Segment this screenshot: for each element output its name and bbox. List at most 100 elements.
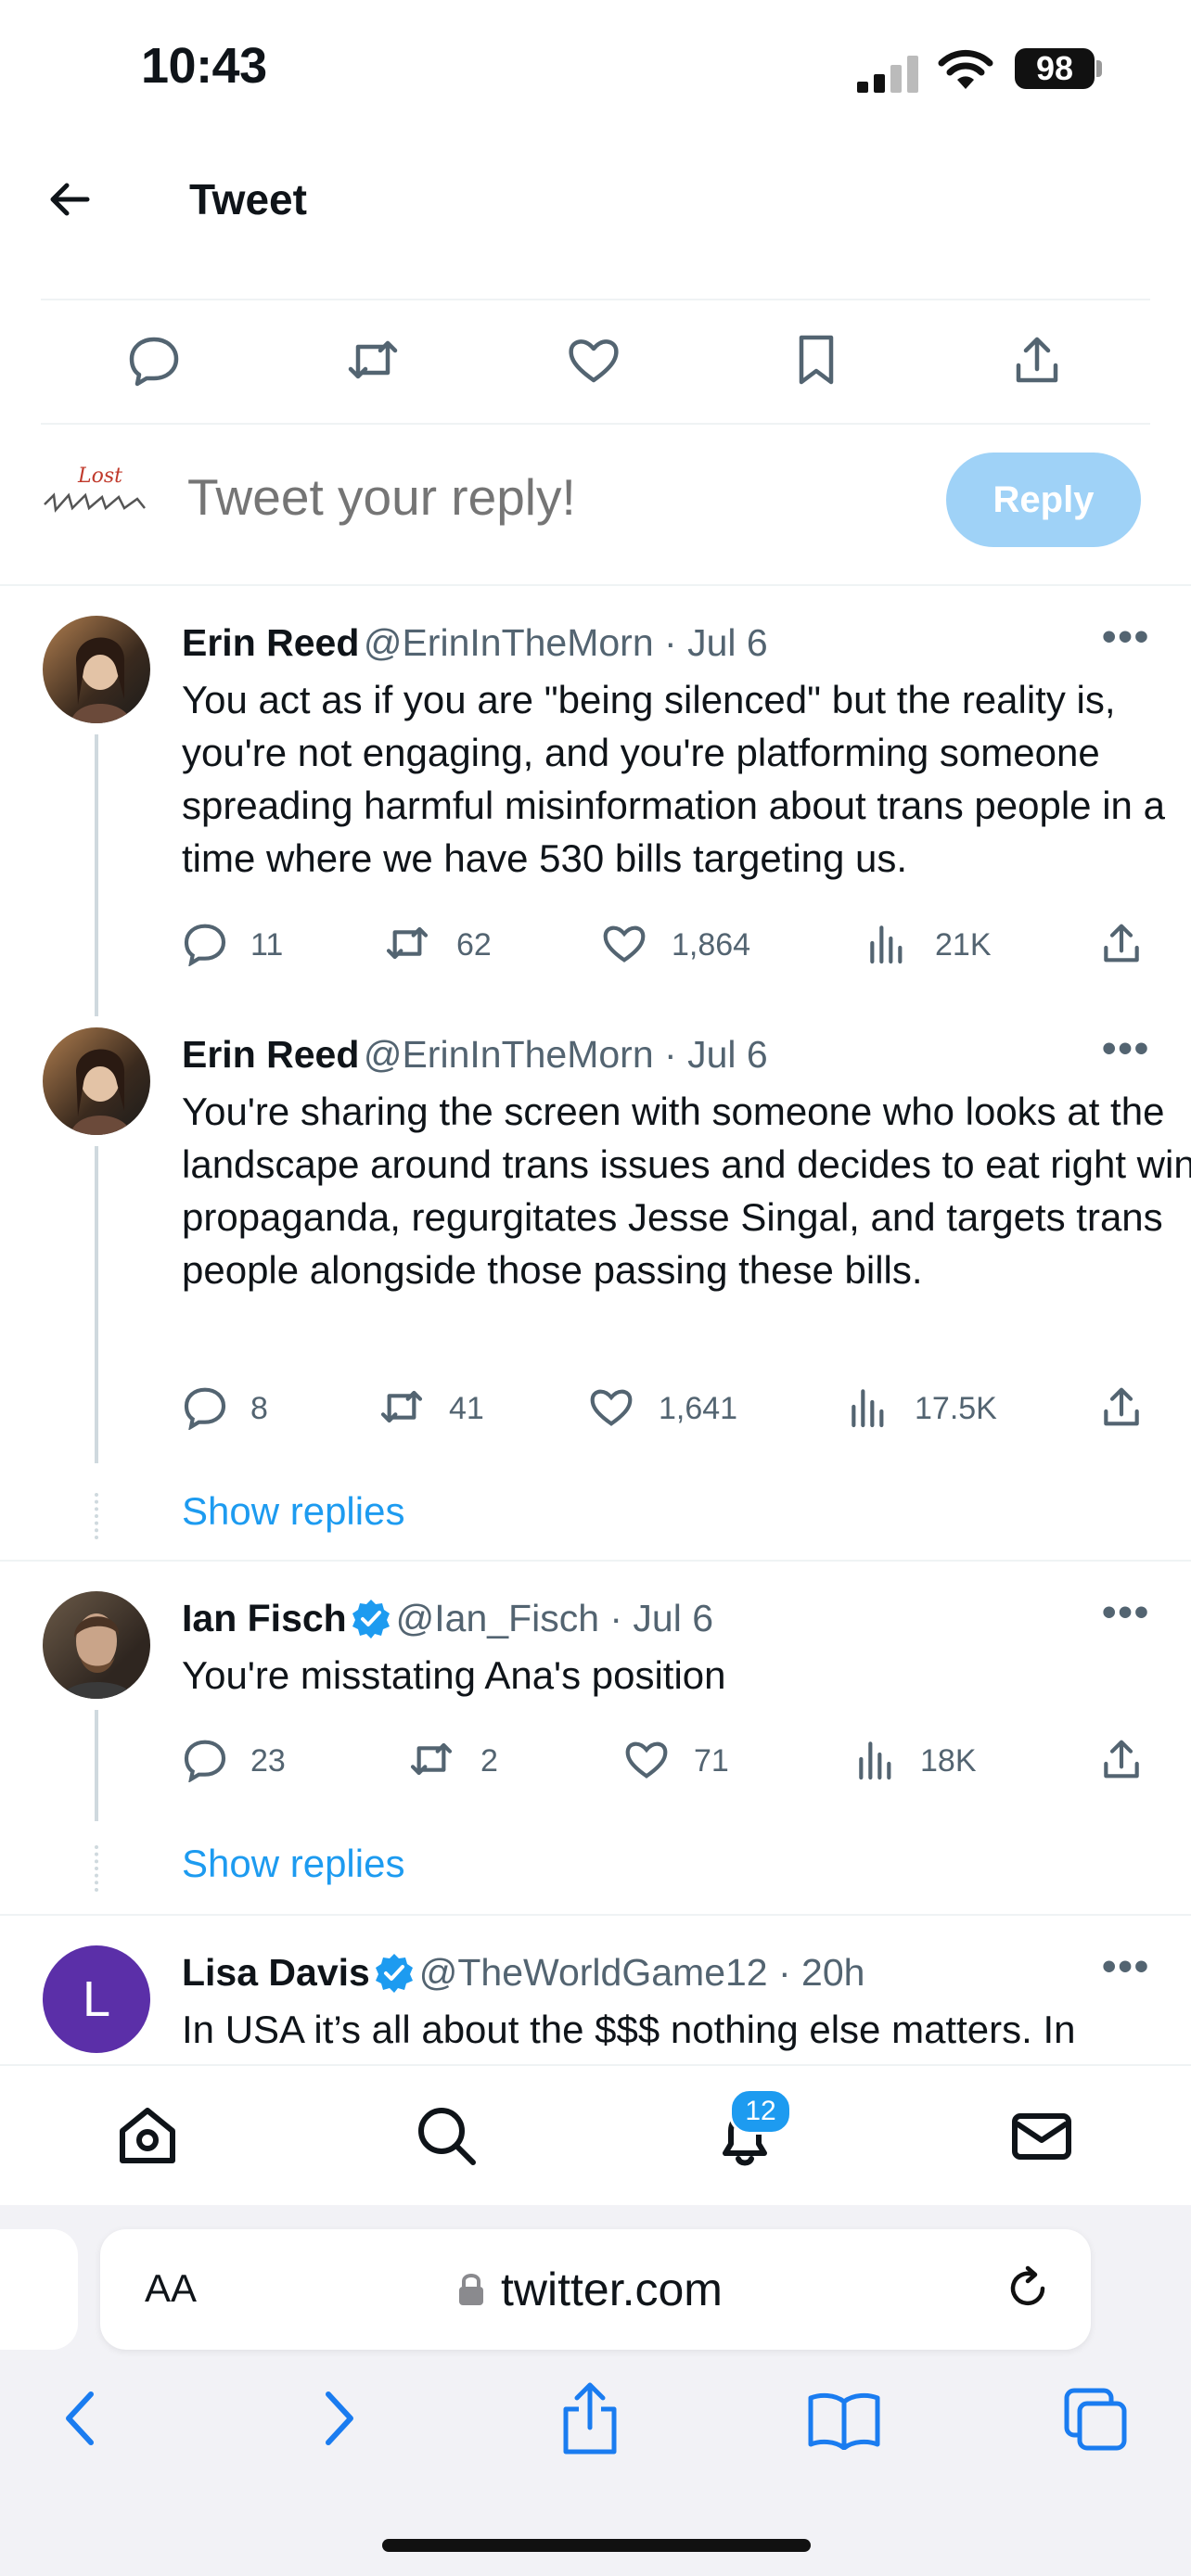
thread-line	[95, 1710, 98, 1821]
reply-count: 8	[250, 1391, 268, 1426]
views-icon[interactable]	[864, 920, 911, 966]
views-icon[interactable]	[853, 1736, 900, 1782]
author-handle[interactable]: @ErinInTheMorn · Jul 6	[364, 1033, 768, 1076]
cellular-signal-icon	[857, 56, 918, 93]
reply-icon[interactable]	[126, 332, 182, 388]
lock-icon	[459, 2274, 483, 2305]
more-options-icon[interactable]: •••	[1102, 1026, 1150, 1072]
author-name[interactable]: Erin Reed	[182, 621, 359, 664]
more-options-icon[interactable]: •••	[1102, 1589, 1150, 1636]
reload-icon[interactable]	[1002, 2263, 1054, 2315]
like-icon[interactable]	[601, 920, 647, 966]
tweet-header: Lisa Davis @TheWorldGame12 · 20h	[182, 1951, 864, 1995]
divider	[0, 1914, 1191, 1916]
tweet-text: You're sharing the screen with someone w…	[182, 1090, 1191, 1292]
previous-tab-edge[interactable]	[0, 2229, 78, 2350]
verified-badge-icon	[376, 1954, 414, 1993]
reply-icon[interactable]	[182, 1736, 228, 1782]
retweet-icon[interactable]	[378, 1384, 425, 1430]
tweet-text: You're misstating Ana's position	[182, 1653, 726, 1697]
tweet-text: You act as if you are "being silenced" b…	[182, 678, 1165, 880]
back-arrow-icon[interactable]	[46, 176, 93, 223]
more-options-icon[interactable]: •••	[1102, 1944, 1150, 1990]
view-count: 17.5K	[915, 1391, 997, 1426]
author-name[interactable]: Lisa Davis	[182, 1951, 370, 1994]
share-icon[interactable]	[1098, 1736, 1145, 1782]
bookmarks-book-icon[interactable]	[807, 2391, 881, 2450]
tweet-stats: 8 41 1,641 17.5K	[182, 1384, 1156, 1434]
author-handle[interactable]: @TheWorldGame12 · 20h	[419, 1951, 865, 1994]
more-options-icon[interactable]: •••	[1102, 614, 1150, 660]
share-icon[interactable]	[1098, 920, 1145, 966]
retweet-icon[interactable]	[384, 920, 430, 966]
view-count: 18K	[920, 1743, 977, 1779]
svg-text:Lost: Lost	[77, 465, 122, 488]
tweet-stats: 11 62 1,864 21K	[182, 920, 1156, 970]
messages-envelope-icon[interactable]	[1009, 2103, 1074, 2168]
verified-badge-icon	[352, 1600, 391, 1639]
browser-forward-icon[interactable]	[315, 2389, 362, 2448]
person-photo-icon	[61, 1613, 134, 1699]
person-photo-icon	[70, 1049, 132, 1135]
divider	[0, 584, 1191, 586]
bottom-nav	[0, 2064, 1191, 2207]
reply-count: 11	[250, 927, 284, 963]
tweet-header: Ian Fisch @Ian_Fisch · Jul 6	[182, 1597, 713, 1640]
battery-indicator: 98	[1015, 48, 1095, 89]
page-title: Tweet	[189, 175, 307, 223]
bookmark-icon[interactable]	[788, 332, 844, 388]
person-photo-icon	[70, 637, 132, 723]
reply-icon[interactable]	[182, 920, 228, 966]
retweet-count: 41	[449, 1391, 484, 1426]
avatar-sketch-icon: Lost	[44, 465, 146, 513]
thread-line	[95, 734, 98, 1016]
browser-share-icon[interactable]	[557, 2379, 623, 2457]
retweet-icon[interactable]	[345, 332, 401, 388]
composer-avatar: Lost	[41, 454, 152, 538]
divider	[0, 1560, 1191, 1562]
like-icon[interactable]	[623, 1736, 670, 1782]
retweet-count: 2	[480, 1743, 498, 1779]
like-icon[interactable]	[588, 1384, 634, 1430]
like-count: 1,641	[659, 1391, 738, 1426]
home-indicator	[382, 2539, 811, 2552]
like-icon[interactable]	[566, 332, 621, 388]
status-time: 10:43	[141, 38, 267, 94]
url-text[interactable]: twitter.com	[501, 2263, 723, 2316]
avatar[interactable]: L	[43, 1945, 150, 2053]
author-handle[interactable]: @Ian_Fisch · Jul 6	[396, 1597, 713, 1639]
views-icon[interactable]	[846, 1384, 892, 1430]
reply-button[interactable]: Reply	[946, 453, 1141, 547]
notification-badge: 12	[729, 2088, 792, 2135]
divider	[41, 299, 1150, 300]
show-replies-link[interactable]: Show replies	[182, 1842, 404, 1886]
battery-tip	[1096, 60, 1102, 77]
reply-input[interactable]	[186, 464, 913, 530]
retweet-count: 62	[456, 927, 492, 963]
author-name[interactable]: Erin Reed	[182, 1033, 359, 1076]
retweet-icon[interactable]	[408, 1736, 455, 1782]
tweet-header: Erin Reed @ErinInTheMorn · Jul 6	[182, 621, 768, 665]
view-count: 21K	[935, 927, 992, 963]
show-replies-link[interactable]: Show replies	[182, 1489, 404, 1534]
reply-icon[interactable]	[182, 1384, 228, 1430]
avatar[interactable]	[43, 1027, 150, 1135]
author-handle[interactable]: @ErinInTheMorn · Jul 6	[364, 621, 768, 664]
search-icon[interactable]	[414, 2103, 479, 2168]
avatar[interactable]	[43, 616, 150, 723]
reader-text-size-button[interactable]: AA	[145, 2266, 197, 2311]
tabs-icon[interactable]	[1063, 2387, 1130, 2454]
divider	[41, 423, 1150, 425]
like-count: 1,864	[672, 927, 751, 963]
author-name[interactable]: Ian Fisch	[182, 1597, 347, 1639]
avatar[interactable]	[43, 1591, 150, 1699]
wifi-icon	[938, 49, 993, 89]
home-icon[interactable]	[115, 2103, 180, 2168]
like-count: 71	[694, 1743, 729, 1779]
browser-back-icon[interactable]	[58, 2389, 104, 2448]
share-icon[interactable]	[1009, 332, 1065, 388]
tweet-text: In USA it’s all about the $$$ nothing el…	[182, 2008, 1076, 2051]
share-icon[interactable]	[1098, 1384, 1145, 1430]
thread-gap-dots	[95, 1493, 102, 1539]
tweet-stats: 23 2 71 18K	[182, 1736, 1156, 1786]
